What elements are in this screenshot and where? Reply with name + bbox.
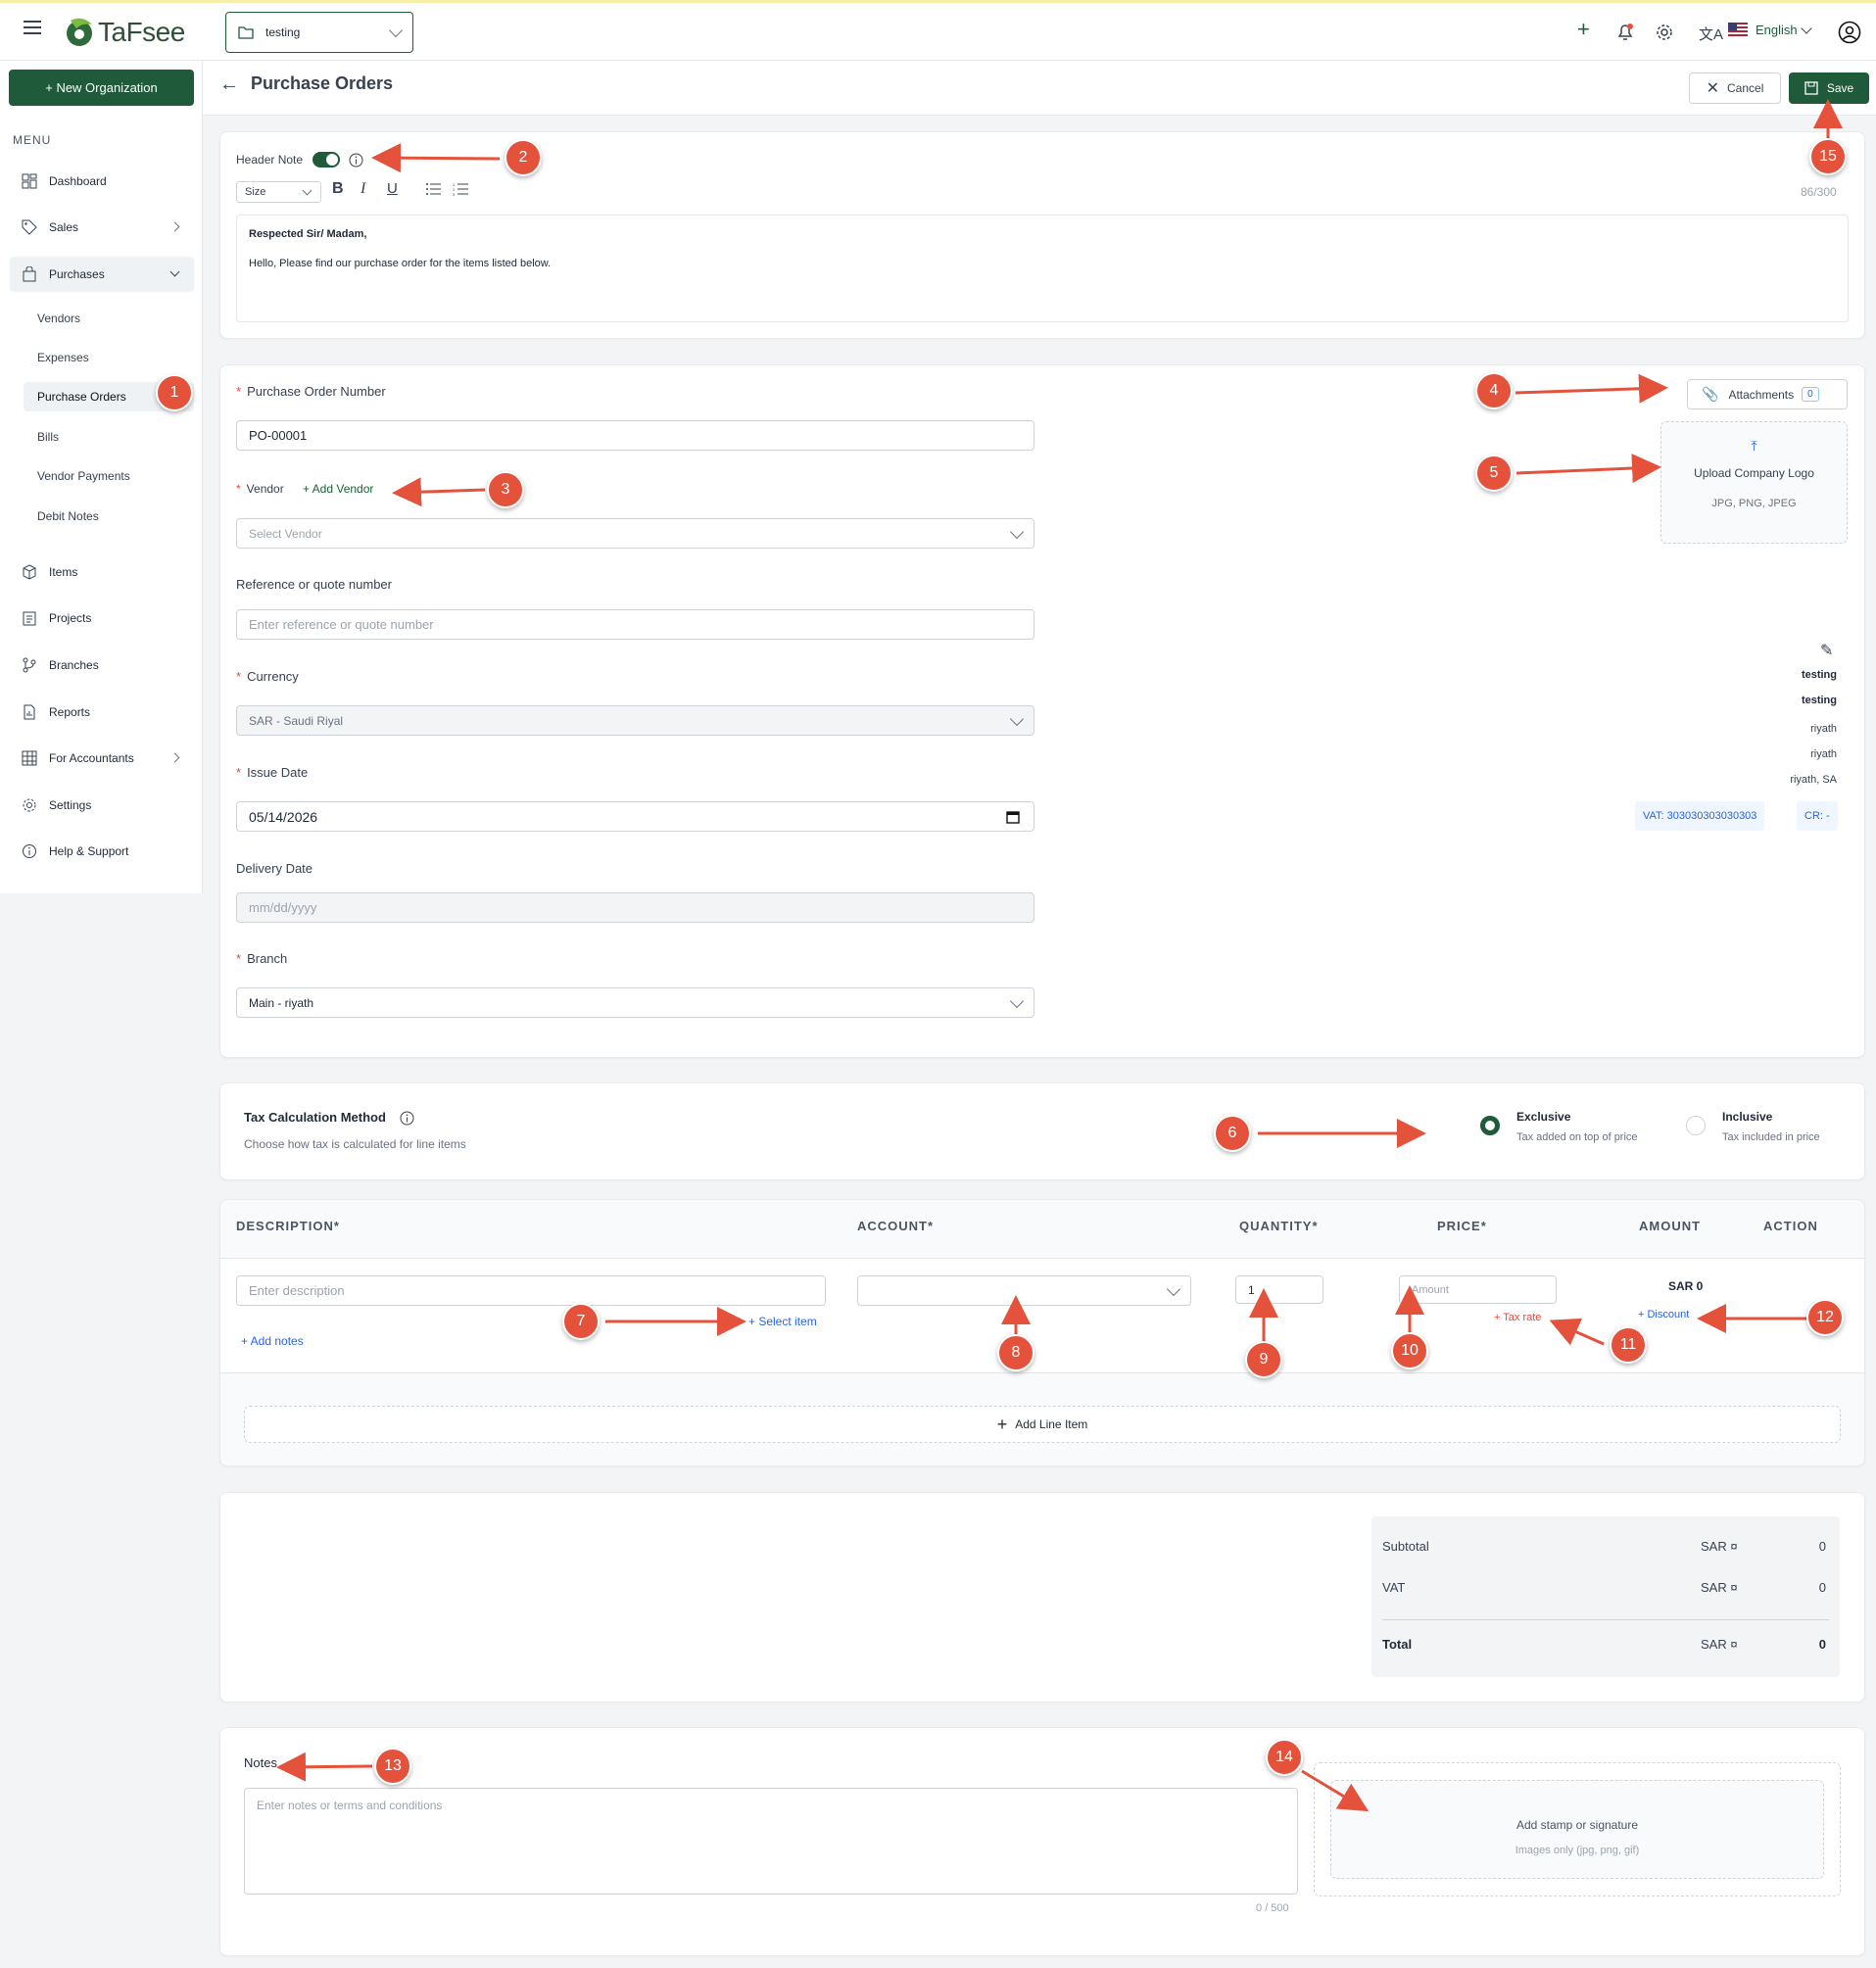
annotation-badge-12: 12 [1806, 1299, 1844, 1336]
annotation-badge-13: 13 [374, 1748, 411, 1785]
annotation-badge-1: 1 [156, 374, 193, 411]
annotation-badge-11: 11 [1610, 1326, 1647, 1364]
annotation-badge-7: 7 [562, 1303, 600, 1340]
annotation-badge-14: 14 [1266, 1739, 1303, 1776]
annotation-badge-4: 4 [1475, 372, 1513, 409]
annotation-badge-6: 6 [1214, 1115, 1251, 1152]
annotation-badge-3: 3 [487, 471, 524, 508]
annotation-badge-15: 15 [1809, 138, 1847, 175]
annotation-badge-2: 2 [505, 139, 542, 176]
annotation-badge-5: 5 [1475, 455, 1513, 492]
annotation-badge-8: 8 [997, 1334, 1034, 1371]
annotation-badge-9: 9 [1245, 1341, 1282, 1378]
annotation-badge-10: 10 [1391, 1332, 1428, 1369]
annotation-arrows [276, 99, 1843, 1812]
